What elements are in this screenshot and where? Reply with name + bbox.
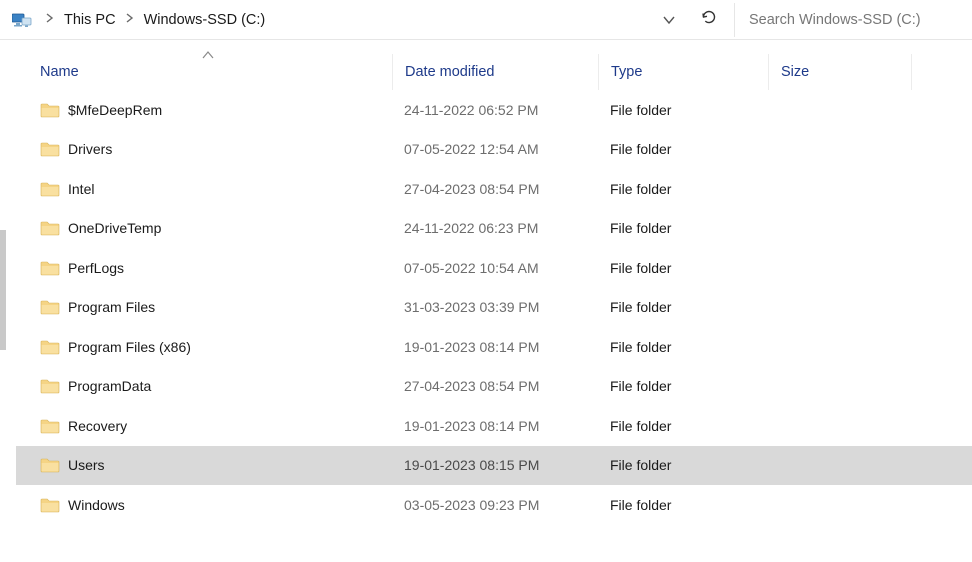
file-type: File folder bbox=[598, 418, 768, 434]
file-date: 31-03-2023 03:39 PM bbox=[392, 299, 598, 315]
file-date: 03-05-2023 09:23 PM bbox=[392, 497, 598, 513]
column-name-label: Name bbox=[40, 64, 79, 80]
folder-icon bbox=[40, 418, 60, 434]
table-row[interactable]: ProgramData 27-04-2023 08:54 PMFile folde… bbox=[16, 367, 972, 407]
folder-icon bbox=[40, 220, 60, 236]
file-type: File folder bbox=[598, 378, 768, 394]
file-name: Program Files (x86) bbox=[68, 339, 191, 355]
file-name: Program Files bbox=[68, 299, 155, 315]
file-type: File folder bbox=[598, 339, 768, 355]
table-row[interactable]: Windows 03-05-2023 09:23 PMFile folder bbox=[16, 485, 972, 525]
left-gutter bbox=[0, 40, 16, 562]
file-date: 19-01-2023 08:15 PM bbox=[392, 457, 598, 473]
table-row[interactable]: Users 19-01-2023 08:15 PMFile folder bbox=[16, 446, 972, 486]
breadcrumb-drive[interactable]: Windows-SSD (C:) bbox=[142, 8, 268, 32]
table-row[interactable]: Program Files 31-03-2023 03:39 PMFile fol… bbox=[16, 288, 972, 328]
chevron-right-icon[interactable] bbox=[44, 13, 56, 26]
file-date: 19-01-2023 08:14 PM bbox=[392, 339, 598, 355]
folder-icon bbox=[40, 457, 60, 473]
table-row[interactable]: Recovery 19-01-2023 08:14 PMFile folder bbox=[16, 406, 972, 446]
folder-icon bbox=[40, 339, 60, 355]
folder-icon bbox=[40, 378, 60, 394]
this-pc-icon[interactable] bbox=[12, 11, 32, 29]
file-date: 07-05-2022 10:54 AM bbox=[392, 260, 598, 276]
file-date: 07-05-2022 12:54 AM bbox=[392, 141, 598, 157]
table-row[interactable]: OneDriveTemp 24-11-2022 06:23 PMFile fold… bbox=[16, 209, 972, 249]
file-type: File folder bbox=[598, 260, 768, 276]
breadcrumb-this-pc[interactable]: This PC bbox=[62, 8, 118, 32]
file-type: File folder bbox=[598, 457, 768, 473]
column-date-label: Date modified bbox=[405, 64, 494, 80]
file-name: Users bbox=[68, 457, 105, 473]
file-date: 19-01-2023 08:14 PM bbox=[392, 418, 598, 434]
file-type: File folder bbox=[598, 102, 768, 118]
column-header-name[interactable]: Name bbox=[40, 64, 392, 80]
search-box bbox=[734, 3, 964, 37]
table-row[interactable]: Drivers 07-05-2022 12:54 AMFile folder bbox=[16, 130, 972, 170]
file-name: ProgramData bbox=[68, 378, 151, 394]
file-type: File folder bbox=[598, 220, 768, 236]
file-type: File folder bbox=[598, 299, 768, 315]
file-name: $MfeDeepRem bbox=[68, 102, 162, 118]
columns-header: Name Date modified Type Size bbox=[16, 54, 972, 90]
file-name: OneDriveTemp bbox=[68, 220, 161, 236]
chevron-down-icon[interactable] bbox=[658, 8, 680, 32]
sort-caret-icon bbox=[202, 50, 214, 62]
file-type: File folder bbox=[598, 181, 768, 197]
file-type: File folder bbox=[598, 497, 768, 513]
toolbar-right bbox=[658, 4, 730, 35]
breadcrumb: This PC Windows-SSD (C:) bbox=[40, 8, 654, 32]
table-row[interactable]: $MfeDeepRem 24-11-2022 06:52 PMFile folde… bbox=[16, 90, 972, 130]
file-name: PerfLogs bbox=[68, 260, 124, 276]
scroll-handle[interactable] bbox=[0, 230, 6, 350]
folder-icon bbox=[40, 497, 60, 513]
table-row[interactable]: PerfLogs 07-05-2022 10:54 AMFile folder bbox=[16, 248, 972, 288]
file-date: 27-04-2023 08:54 PM bbox=[392, 181, 598, 197]
file-name: Windows bbox=[68, 497, 125, 513]
folder-icon bbox=[40, 181, 60, 197]
chevron-right-icon[interactable] bbox=[124, 13, 136, 26]
file-name: Recovery bbox=[68, 418, 127, 434]
table-row[interactable]: Intel 27-04-2023 08:54 PMFile folder bbox=[16, 169, 972, 209]
file-date: 24-11-2022 06:52 PM bbox=[392, 102, 598, 118]
column-header-date[interactable]: Date modified bbox=[392, 54, 598, 90]
column-header-size[interactable]: Size bbox=[768, 54, 912, 90]
refresh-icon[interactable] bbox=[696, 4, 722, 35]
file-type: File folder bbox=[598, 141, 768, 157]
address-toolbar: This PC Windows-SSD (C:) bbox=[0, 0, 972, 40]
column-header-type[interactable]: Type bbox=[598, 54, 768, 90]
file-date: 27-04-2023 08:54 PM bbox=[392, 378, 598, 394]
file-rows: $MfeDeepRem24-11-2022 06:52 PMFile folde… bbox=[16, 90, 972, 525]
file-list-area: Name Date modified Type Size $MfeDeepRem… bbox=[16, 40, 972, 562]
file-name: Drivers bbox=[68, 141, 112, 157]
file-name: Intel bbox=[68, 181, 94, 197]
folder-icon bbox=[40, 260, 60, 276]
search-input[interactable] bbox=[749, 12, 964, 28]
column-type-label: Type bbox=[611, 64, 642, 80]
folder-icon bbox=[40, 102, 60, 118]
column-size-label: Size bbox=[781, 64, 809, 80]
folder-icon bbox=[40, 299, 60, 315]
file-date: 24-11-2022 06:23 PM bbox=[392, 220, 598, 236]
table-row[interactable]: Program Files (x86) 19-01-2023 08:14 PMFi… bbox=[16, 327, 972, 367]
folder-icon bbox=[40, 141, 60, 157]
